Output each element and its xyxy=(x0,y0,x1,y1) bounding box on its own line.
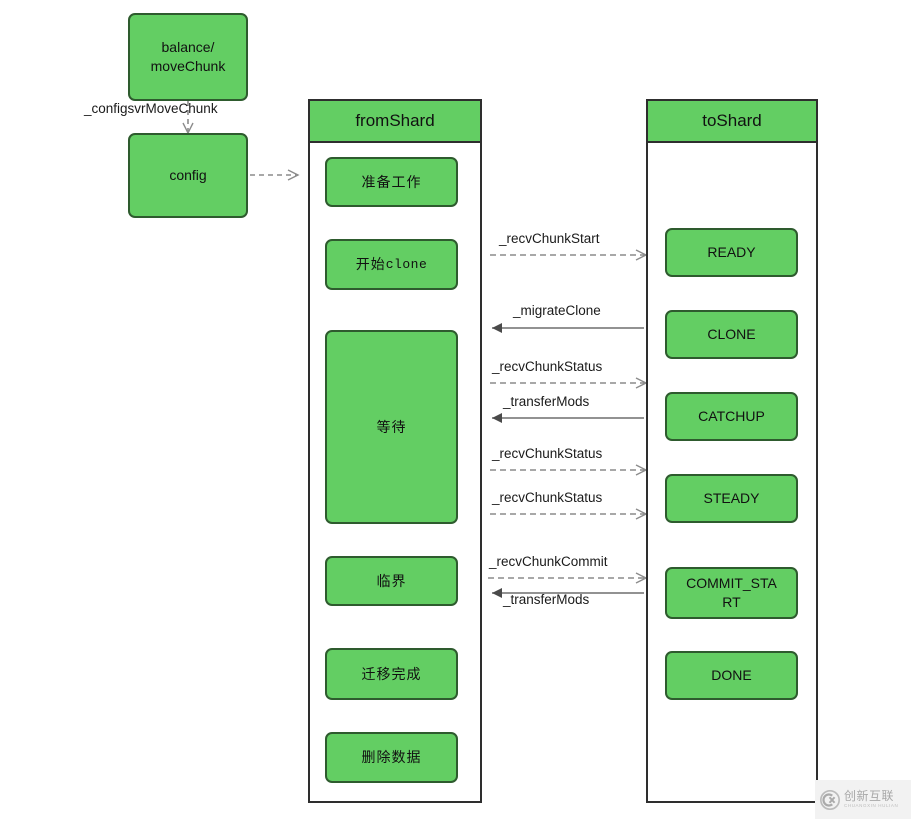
node-toshard-steady[interactable]: STEADY xyxy=(665,474,798,523)
node-fromshard-migration-done[interactable]: 迁移完成 xyxy=(325,648,458,700)
lane-header-toshard: toShard xyxy=(646,99,818,143)
watermark-logo-icon xyxy=(820,789,840,810)
message-label-recvchunkstart: _recvChunkStart xyxy=(499,231,600,246)
node-toshard-commit-start[interactable]: COMMIT_STA RT xyxy=(665,567,798,619)
node-fromshard-clone-prefix: 开始 xyxy=(355,256,386,273)
watermark: 创新互联 CHUANGXIN HULIAN xyxy=(815,780,911,819)
node-toshard-catchup[interactable]: CATCHUP xyxy=(665,392,798,441)
node-fromshard-prepare[interactable]: 准备工作 xyxy=(325,157,458,207)
message-label-transfermods-1: _transferMods xyxy=(503,394,590,409)
message-label-migrateclone: _migrateClone xyxy=(513,303,601,318)
node-config[interactable]: config xyxy=(128,133,248,218)
message-label-transfermods-2: _transferMods xyxy=(503,592,590,607)
diagram-canvas: balance/ moveChunk _configsvrMoveChunk c… xyxy=(0,0,911,819)
lane-header-fromshard: fromShard xyxy=(308,99,482,143)
node-toshard-done[interactable]: DONE xyxy=(665,651,798,700)
message-label-recvchunkcommit: _recvChunkCommit xyxy=(489,554,608,569)
watermark-text-en: CHUANGXIN HULIAN xyxy=(844,803,899,809)
node-fromshard-clone[interactable]: 开始 clone xyxy=(325,239,458,290)
watermark-text-cn: 创新互联 xyxy=(844,789,895,804)
node-fromshard-wait[interactable]: 等待 xyxy=(325,330,458,524)
node-toshard-clone[interactable]: CLONE xyxy=(665,310,798,359)
node-fromshard-clone-mono: clone xyxy=(385,256,428,272)
node-balance-movechunk[interactable]: balance/ moveChunk xyxy=(128,13,248,101)
message-label-recvchunkstatus-2: _recvChunkStatus xyxy=(492,446,603,461)
watermark-text: 创新互联 CHUANGXIN HULIAN xyxy=(844,790,898,809)
message-label-recvchunkstatus-1: _recvChunkStatus xyxy=(492,359,603,374)
node-toshard-ready[interactable]: READY xyxy=(665,228,798,277)
node-fromshard-delete-data[interactable]: 删除数据 xyxy=(325,732,458,783)
message-label-recvchunkstatus-3: _recvChunkStatus xyxy=(492,490,603,505)
label-configsvrmovechunk: _configsvrMoveChunk xyxy=(84,101,218,116)
node-fromshard-critical[interactable]: 临界 xyxy=(325,556,458,606)
